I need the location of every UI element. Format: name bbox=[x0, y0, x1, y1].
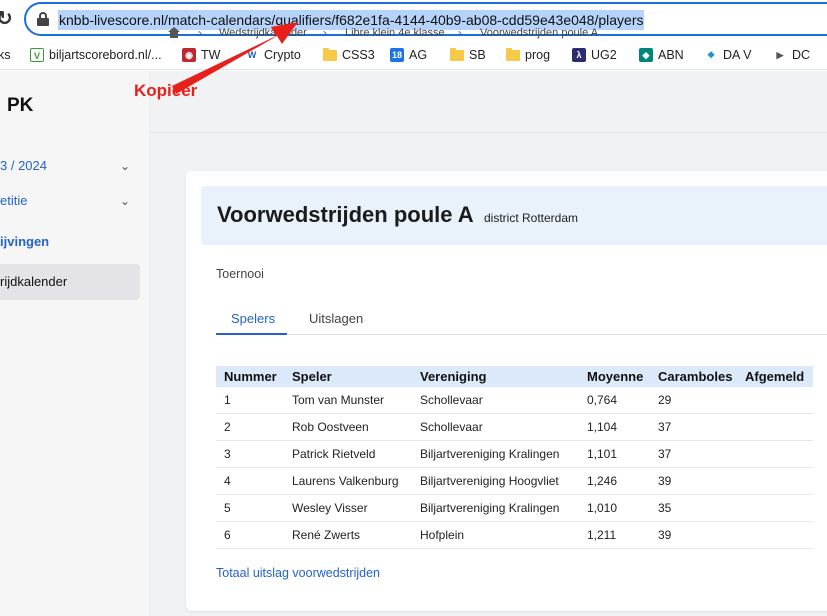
column-header[interactable]: Vereniging bbox=[420, 369, 486, 384]
home-icon[interactable] bbox=[168, 27, 180, 38]
bookmark-ug2[interactable]: λ UG2 bbox=[572, 46, 617, 64]
table-cell: 37 bbox=[658, 447, 672, 461]
table-cell: Schollevaar bbox=[420, 393, 483, 407]
breadcrumb-separator-icon: › bbox=[458, 26, 462, 40]
bookmark-dav[interactable]: ❖ DA V bbox=[704, 46, 752, 64]
table-cell: 1,104 bbox=[587, 420, 618, 434]
sidebar: PK 3 / 2024 ⌄ etitie ⌄ ijvingen rijdkalend… bbox=[0, 71, 150, 616]
table-cell: Rob Oostveen bbox=[292, 420, 369, 434]
table-cell: 5 bbox=[224, 501, 231, 515]
table-cell: 39 bbox=[658, 528, 672, 542]
chevron-down-icon: ⌄ bbox=[119, 159, 130, 173]
column-header[interactable]: Moyenne bbox=[587, 369, 643, 384]
table-cell: Biljartvereniging Kralingen bbox=[420, 501, 560, 515]
table-cell: 6 bbox=[224, 528, 231, 542]
table-cell: 3 bbox=[224, 447, 231, 461]
table-cell: 0,764 bbox=[587, 393, 618, 407]
bookmark-abn[interactable]: ◆ ABN bbox=[639, 46, 684, 64]
bookmark-sb[interactable]: SB bbox=[450, 46, 486, 64]
row-divider bbox=[216, 467, 813, 468]
row-divider bbox=[216, 521, 813, 522]
table-cell: 4 bbox=[224, 474, 231, 488]
sidebar-item-competitie[interactable]: etitie ⌄ bbox=[0, 183, 140, 219]
lock-icon[interactable] bbox=[37, 12, 49, 26]
table-cell: 1,101 bbox=[587, 447, 618, 461]
folder-icon bbox=[450, 47, 464, 61]
folder-icon bbox=[323, 47, 337, 61]
sidebar-item-season[interactable]: 3 / 2024 ⌄ bbox=[0, 148, 140, 184]
column-header[interactable]: Speler bbox=[292, 369, 332, 384]
breadcrumb-separator-icon: › bbox=[323, 26, 327, 40]
reload-icon[interactable]: ↻ bbox=[0, 6, 13, 31]
table-cell: Laurens Valkenburg bbox=[292, 474, 399, 488]
tab-spelers[interactable]: Spelers bbox=[231, 311, 275, 326]
active-tab-indicator bbox=[216, 333, 287, 335]
table-cell: Hofplein bbox=[420, 528, 465, 542]
bookmark-ag[interactable]: 18 AG bbox=[390, 46, 427, 64]
table-cell: 1,246 bbox=[587, 474, 618, 488]
tabs-divider bbox=[216, 334, 827, 335]
page-subtitle: district Rotterdam bbox=[484, 211, 579, 225]
table-cell: 1 bbox=[224, 393, 231, 407]
shield-icon: ◆ bbox=[639, 48, 653, 62]
annotation-label: Kopieer bbox=[134, 81, 198, 100]
row-divider bbox=[216, 440, 813, 441]
v-logo-icon: V bbox=[30, 48, 44, 62]
table-cell: 39 bbox=[658, 474, 672, 488]
table-cell: 35 bbox=[658, 501, 672, 515]
breadcrumb-item[interactable]: Voorwedstrijden poule A bbox=[480, 27, 598, 39]
bookmark-biljartscorebord[interactable]: Vbiljartscorebord.nl/... bbox=[30, 46, 162, 64]
lambda-icon: λ bbox=[572, 48, 586, 62]
row-divider bbox=[216, 494, 813, 495]
bookmark-css3[interactable]: CSS3 bbox=[323, 46, 375, 64]
table-cell: 37 bbox=[658, 420, 672, 434]
breadcrumb bbox=[150, 71, 827, 133]
column-header[interactable]: Afgemeld bbox=[745, 369, 804, 384]
bookmark-dc[interactable]: ▶ DC bbox=[773, 46, 810, 64]
table-cell: Tom van Munster bbox=[292, 393, 385, 407]
logo[interactable]: PK bbox=[7, 95, 33, 117]
folder-icon bbox=[506, 47, 520, 61]
bookmark-crypto[interactable]: W Crypto bbox=[245, 46, 301, 64]
page: ↻ knbb-livescore.nl/match-calendars/qual… bbox=[0, 0, 827, 616]
table-cell: Biljartvereniging Kralingen bbox=[420, 447, 560, 461]
section-label: Toernooi bbox=[216, 267, 264, 281]
diamond-icon: ❖ bbox=[704, 48, 718, 62]
column-header[interactable]: Nummer bbox=[224, 369, 277, 384]
breadcrumb-separator-icon: › bbox=[198, 26, 202, 40]
tw-icon: ◉ bbox=[182, 48, 196, 62]
total-results-link[interactable]: Totaal uitslag voorwedstrijden bbox=[216, 566, 380, 580]
row-divider bbox=[216, 548, 813, 549]
column-header[interactable]: Caramboles bbox=[658, 369, 732, 384]
calendar-icon: 18 bbox=[390, 48, 404, 62]
chevron-down-icon: ⌄ bbox=[119, 194, 130, 208]
bookmarks-bar: ks Vbiljartscorebord.nl/... ◉ TW W Crypto … bbox=[0, 40, 827, 70]
table-cell: Schollevaar bbox=[420, 420, 483, 434]
table-cell: 2 bbox=[224, 420, 231, 434]
table-cell: René Zwerts bbox=[292, 528, 361, 542]
table-cell: 1,010 bbox=[587, 501, 618, 515]
sidebar-item-wedstrijdkalender[interactable]: rijdkalender bbox=[0, 264, 140, 300]
bookmark-prog[interactable]: prog bbox=[506, 46, 550, 64]
row-divider bbox=[216, 413, 813, 414]
w-logo-icon: W bbox=[245, 48, 259, 62]
table-cell: 29 bbox=[658, 393, 672, 407]
bookmark-ks[interactable]: ks bbox=[0, 46, 11, 64]
table-cell: Patrick Rietveld bbox=[292, 447, 376, 461]
table-cell: Wesley Visser bbox=[292, 501, 368, 515]
tab-uitslagen[interactable]: Uitslagen bbox=[309, 311, 363, 326]
breadcrumb-item[interactable]: Libre klein 4e klasse bbox=[345, 27, 445, 39]
sidebar-item-inschrijvingen[interactable]: ijvingen bbox=[0, 224, 140, 260]
breadcrumb-item[interactable]: Wedstrijdkalender bbox=[219, 27, 307, 39]
bookmark-tw[interactable]: ◉ TW bbox=[182, 46, 220, 64]
page-title: Voorwedstrijden poule A bbox=[217, 202, 474, 227]
play-icon: ▶ bbox=[773, 48, 787, 62]
table-cell: 1,211 bbox=[587, 528, 617, 542]
table-cell: Biljartvereniging Hoogvliet bbox=[420, 474, 559, 488]
